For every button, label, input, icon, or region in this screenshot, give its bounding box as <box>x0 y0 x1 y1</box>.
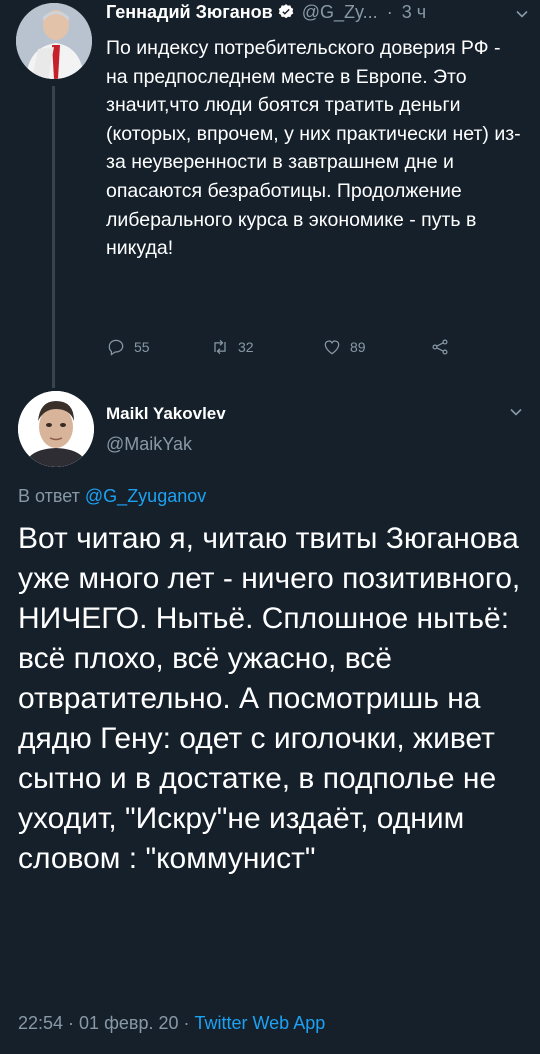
tweet-text: Вот читаю я, читаю твиты Зюганова уже мн… <box>18 522 521 875</box>
author-name[interactable]: Геннадий Зюганов <box>106 2 273 22</box>
avatar[interactable] <box>18 391 94 467</box>
tweet-meta: 22:54 · 01 февр. 20 · Twitter Web App <box>18 1013 325 1034</box>
tweet-text: По индексу потребительского доверия РФ -… <box>106 37 521 260</box>
retweet-count: 32 <box>238 339 254 355</box>
person-photo-icon <box>16 3 92 79</box>
share-button[interactable] <box>430 336 450 358</box>
tweet-source-link[interactable]: Twitter Web App <box>195 1013 326 1033</box>
reply-prefix: В ответ <box>18 486 80 506</box>
heart-icon <box>324 340 340 355</box>
reply-context: В ответ @G_Zyuganov <box>18 486 206 507</box>
separator-dot: · <box>386 2 393 22</box>
chevron-down-icon[interactable] <box>514 6 530 22</box>
verified-badge-icon <box>278 4 293 19</box>
avatar[interactable] <box>16 3 92 79</box>
tweet-header: Геннадий Зюганов @G_Zy... · 3 ч <box>106 2 536 28</box>
author-handle[interactable]: @MaikYak <box>106 434 192 455</box>
like-count: 89 <box>350 339 366 355</box>
tweet-timestamp[interactable]: 22:54 · 01 февр. 20 · <box>18 1013 189 1033</box>
reply-button[interactable]: 55 <box>106 336 150 358</box>
thread-line <box>52 86 55 388</box>
author-handle[interactable]: @G_Zy... <box>302 2 378 22</box>
reply-icon <box>108 339 124 356</box>
reply-to-link[interactable]: @G_Zyuganov <box>85 486 206 506</box>
retweet-button[interactable]: 32 <box>210 336 254 358</box>
retweet-icon <box>214 339 226 355</box>
chevron-down-icon[interactable] <box>508 404 524 420</box>
author-name[interactable]: Maikl Yakovlev <box>106 404 226 424</box>
person-photo-icon <box>18 391 94 467</box>
tweet-time[interactable]: 3 ч <box>402 2 426 22</box>
reply-count: 55 <box>134 339 150 355</box>
share-icon <box>432 339 448 355</box>
like-button[interactable]: 89 <box>322 336 366 358</box>
tweet-zyuganov[interactable]: Геннадий Зюганов @G_Zy... · 3 ч По индек… <box>0 0 540 390</box>
